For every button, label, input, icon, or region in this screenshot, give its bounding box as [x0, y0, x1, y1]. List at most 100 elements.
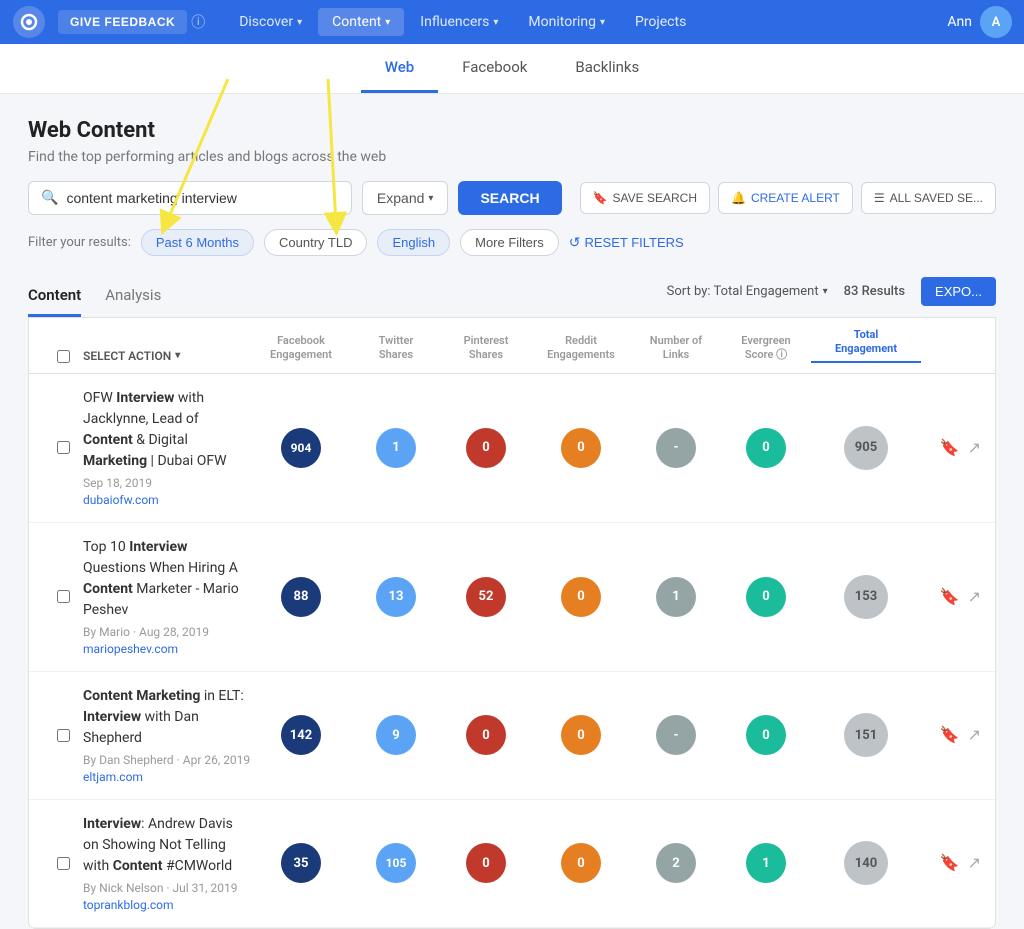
row-check[interactable] — [43, 590, 83, 603]
bookmark-button[interactable]: 🔖 — [940, 438, 960, 458]
article-meta: By Mario · Aug 28, 2019 — [83, 625, 251, 639]
pinterest-score: 0 — [441, 843, 531, 883]
article-title: Content Marketing in ELT: Interview with… — [83, 686, 251, 749]
article-link[interactable]: dubaiofw.com — [83, 493, 159, 507]
evergreen-score: 0 — [721, 577, 811, 617]
article-info: Content Marketing in ELT: Interview with… — [83, 686, 251, 785]
export-button[interactable]: EXPO... — [921, 277, 996, 306]
nav-item-influencers[interactable]: Influencers ▾ — [406, 8, 512, 36]
feedback-button[interactable]: GIVE FEEDBACK — [58, 10, 187, 34]
filter-more[interactable]: More Filters — [460, 229, 559, 256]
logo[interactable] — [12, 5, 46, 39]
filter-english[interactable]: English — [377, 229, 450, 256]
col-reddit: RedditEngagements — [531, 334, 631, 363]
table-row: Interview: Andrew Davis on Showing Not T… — [29, 800, 995, 928]
page-title: Web Content — [28, 118, 996, 143]
nav-item-monitoring[interactable]: Monitoring ▾ — [514, 8, 619, 36]
share-button[interactable]: ↗ — [968, 725, 981, 745]
search-icon: 🔍 — [41, 190, 58, 206]
links-score: - — [631, 428, 721, 468]
reddit-score: 0 — [531, 577, 631, 617]
twitter-score: 105 — [351, 843, 441, 883]
share-button[interactable]: ↗ — [968, 438, 981, 458]
reset-icon: ↺ — [569, 234, 581, 251]
table-row: Top 10 Interview Questions When Hiring A… — [29, 523, 995, 672]
article-info: Top 10 Interview Questions When Hiring A… — [83, 537, 251, 657]
facebook-score: 88 — [251, 577, 351, 617]
facebook-score: 35 — [251, 843, 351, 883]
chevron-icon: ▾ — [600, 17, 605, 28]
evergreen-score: 0 — [721, 715, 811, 755]
info-icon[interactable]: ⓘ — [191, 12, 205, 32]
filter-label: Filter your results: — [28, 235, 131, 250]
content-tabs-row: Content Analysis Sort by: Total Engageme… — [28, 276, 996, 318]
bookmark-button[interactable]: 🔖 — [940, 853, 960, 873]
twitter-score: 9 — [351, 715, 441, 755]
filter-past-months[interactable]: Past 6 Months — [141, 229, 254, 256]
share-button[interactable]: ↗ — [968, 587, 981, 607]
table-header: SELECT ACTION ▾ FacebookEngagement Twitt… — [29, 318, 995, 374]
content-tabs: Content Analysis — [28, 276, 161, 317]
results-table: SELECT ACTION ▾ FacebookEngagement Twitt… — [28, 318, 996, 929]
expand-button[interactable]: Expand ▾ — [362, 181, 449, 215]
list-icon: ☰ — [874, 191, 885, 205]
col-twitter: TwitterShares — [351, 334, 441, 363]
main-content: Web Content Find the top performing arti… — [0, 94, 1024, 929]
facebook-score: 142 — [251, 715, 351, 755]
nav-item-projects[interactable]: Projects — [621, 8, 700, 36]
article-link[interactable]: eltjam.com — [83, 770, 143, 784]
all-saved-button[interactable]: ☰ ALL SAVED SE... — [861, 182, 996, 214]
search-button[interactable]: SEARCH — [458, 181, 561, 215]
row-check[interactable] — [43, 441, 83, 454]
article-link[interactable]: toprankblog.com — [83, 898, 174, 912]
chevron-icon: ▾ — [493, 17, 498, 28]
reddit-score: 0 — [531, 715, 631, 755]
table-row: Content Marketing in ELT: Interview with… — [29, 672, 995, 800]
filter-country-tld[interactable]: Country TLD — [264, 229, 367, 256]
create-alert-button[interactable]: 🔔 CREATE ALERT — [718, 182, 853, 214]
search-input[interactable] — [66, 190, 338, 206]
links-score: - — [631, 715, 721, 755]
share-button[interactable]: ↗ — [968, 853, 981, 873]
tab-facebook[interactable]: Facebook — [438, 44, 551, 93]
bookmark-button[interactable]: 🔖 — [940, 587, 960, 607]
article-meta: Sep 18, 2019 — [83, 476, 251, 490]
bookmark-button[interactable]: 🔖 — [940, 725, 960, 745]
tab-web[interactable]: Web — [361, 44, 438, 93]
search-input-wrap[interactable]: 🔍 — [28, 181, 352, 215]
top-nav: GIVE FEEDBACK ⓘ Discover ▾ Content ▾ Inf… — [0, 0, 1024, 44]
table-row: OFW Interview with Jacklynne, Lead of Co… — [29, 374, 995, 523]
col-total: TotalEngagement — [811, 328, 921, 363]
nav-item-discover[interactable]: Discover ▾ — [225, 8, 316, 36]
pinterest-score: 52 — [441, 577, 531, 617]
chevron-icon: ▾ — [385, 17, 390, 28]
tab-content[interactable]: Content — [28, 276, 81, 317]
pinterest-score: 0 — [441, 428, 531, 468]
article-title: Interview: Andrew Davis on Showing Not T… — [83, 814, 251, 877]
col-links: Number ofLinks — [631, 334, 721, 363]
total-score: 153 — [811, 575, 921, 619]
total-score: 151 — [811, 713, 921, 757]
bookmark-icon: 🔖 — [593, 191, 608, 205]
article-info: OFW Interview with Jacklynne, Lead of Co… — [83, 388, 251, 508]
article-meta: By Dan Shepherd · Apr 26, 2019 — [83, 753, 251, 767]
nav-item-content[interactable]: Content ▾ — [318, 8, 404, 36]
row-actions: 🔖 ↗ — [921, 438, 981, 458]
row-check[interactable] — [43, 729, 83, 742]
results-header: Sort by: Total Engagement ▾ 83 Results E… — [667, 277, 996, 316]
select-all-check[interactable] — [43, 350, 83, 363]
row-check[interactable] — [43, 857, 83, 870]
sort-by[interactable]: Sort by: Total Engagement ▾ — [667, 284, 828, 299]
reset-filters-button[interactable]: ↺ RESET FILTERS — [569, 234, 684, 251]
select-action-header[interactable]: SELECT ACTION ▾ — [83, 349, 251, 363]
article-link[interactable]: mariopeshev.com — [83, 642, 178, 656]
chevron-icon: ▾ — [823, 286, 828, 297]
tab-analysis[interactable]: Analysis — [105, 276, 161, 317]
twitter-score: 13 — [351, 577, 441, 617]
chevron-icon: ▾ — [297, 17, 302, 28]
tab-backlinks[interactable]: Backlinks — [551, 44, 663, 93]
reddit-score: 0 — [531, 843, 631, 883]
save-search-button[interactable]: 🔖 SAVE SEARCH — [580, 182, 710, 214]
total-score: 905 — [811, 426, 921, 470]
avatar[interactable]: A — [980, 6, 1012, 38]
